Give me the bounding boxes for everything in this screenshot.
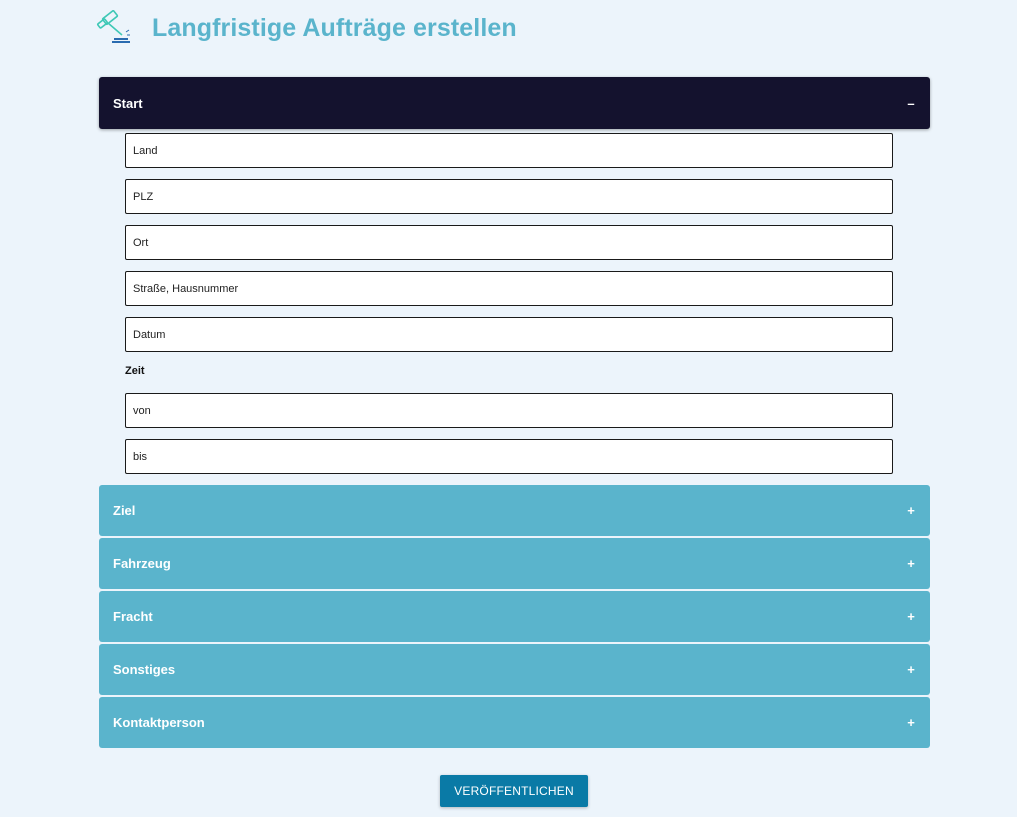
section-header-kontaktperson[interactable]: Kontaktperson + — [99, 697, 930, 748]
order-form-accordion: Start – Zeit Ziel + Fahrzeug + Fracht + … — [99, 77, 930, 750]
time-to-input[interactable] — [125, 439, 893, 474]
section-title-fahrzeug: Fahrzeug — [113, 556, 171, 571]
expand-icon[interactable]: + — [906, 556, 916, 571]
expand-icon[interactable]: + — [906, 609, 916, 624]
time-from-input[interactable] — [125, 393, 893, 428]
section-title-kontaktperson: Kontaktperson — [113, 715, 205, 730]
section-title-sonstiges: Sonstiges — [113, 662, 176, 677]
section-header-start[interactable]: Start – — [99, 77, 930, 129]
expand-icon[interactable]: + — [906, 662, 916, 677]
plz-input[interactable] — [125, 179, 893, 214]
expand-icon[interactable]: + — [906, 503, 916, 518]
section-title-start: Start — [113, 95, 143, 111]
date-input[interactable] — [125, 317, 893, 352]
gavel-icon — [97, 10, 130, 43]
page-title: Langfristige Aufträge erstellen — [152, 13, 517, 42]
land-input[interactable] — [125, 133, 893, 168]
street-input[interactable] — [125, 271, 893, 306]
section-header-sonstiges[interactable]: Sonstiges + — [99, 644, 930, 695]
section-header-fahrzeug[interactable]: Fahrzeug + — [99, 538, 930, 589]
ort-input[interactable] — [125, 225, 893, 260]
section-title-fracht: Fracht — [113, 609, 153, 624]
page: Langfristige Aufträge erstellen Start – … — [0, 0, 1017, 817]
time-label: Zeit — [125, 365, 145, 377]
collapse-icon[interactable]: – — [906, 96, 916, 111]
section-body-start: Zeit — [99, 133, 930, 474]
section-title-ziel: Ziel — [113, 503, 136, 518]
page-header: Langfristige Aufträge erstellen — [94, 8, 517, 48]
expand-icon[interactable]: + — [906, 715, 916, 730]
section-header-fracht[interactable]: Fracht + — [99, 591, 930, 642]
publish-button[interactable]: VERÖFFENTLICHEN — [440, 775, 588, 807]
section-header-ziel[interactable]: Ziel + — [99, 485, 930, 536]
